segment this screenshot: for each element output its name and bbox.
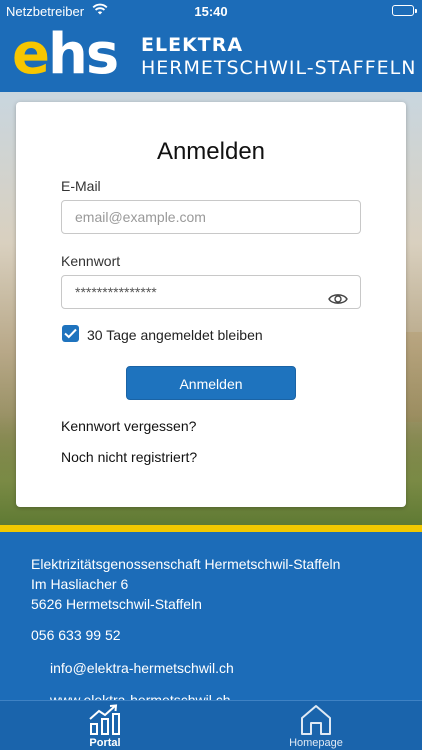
org-name: Elektrizitätsgenossenschaft Hermetschwil… (31, 556, 341, 572)
forgot-password-link[interactable]: Kennwort vergessen? (61, 418, 196, 434)
brand-subtitle: HERMETSCHWIL-STAFFELN (141, 57, 417, 79)
tab-portal[interactable]: Portal (45, 701, 165, 750)
email-field[interactable]: email@example.com (61, 200, 361, 234)
city-address: 5626 Hermetschwil-Staffeln (31, 596, 202, 612)
brand-title: ELEKTRA (141, 34, 244, 56)
phone-link[interactable]: 056 633 99 52 (31, 627, 121, 643)
contact-footer: Elektrizitätsgenossenschaft Hermetschwil… (0, 532, 422, 708)
login-card: Anmelden E-Mail email@example.com Kennwo… (16, 102, 406, 507)
accent-stripe (0, 525, 422, 532)
register-link[interactable]: Noch nicht registriert? (61, 449, 197, 465)
tab-portal-label: Portal (89, 737, 121, 749)
password-field[interactable]: *************** (61, 275, 361, 309)
login-title: Anmelden (156, 138, 266, 165)
ehs-logo: ehs (12, 22, 119, 87)
street-address: Im Hasliacher 6 (31, 576, 129, 592)
login-button[interactable]: Anmelden (126, 366, 296, 400)
email-link[interactable]: info@elektra-hermetschwil.ch (50, 660, 234, 676)
status-bar: Netzbetreiber 15:40 (0, 0, 422, 22)
clock: 15:40 (194, 4, 228, 19)
remember-label: 30 Tage angemeldet bleiben (87, 327, 263, 343)
app-header: ehs ELEKTRA HERMETSCHWIL-STAFFELN (0, 22, 422, 92)
remember-checkbox[interactable] (62, 325, 79, 342)
tab-bar: Portal Homepage (0, 700, 422, 750)
tab-homepage-label: Homepage (289, 737, 343, 749)
show-password-icon[interactable] (328, 292, 348, 306)
email-label: E-Mail (61, 178, 101, 194)
tab-homepage[interactable]: Homepage (256, 701, 376, 750)
battery-icon (392, 5, 417, 16)
password-label: Kennwort (61, 253, 121, 269)
